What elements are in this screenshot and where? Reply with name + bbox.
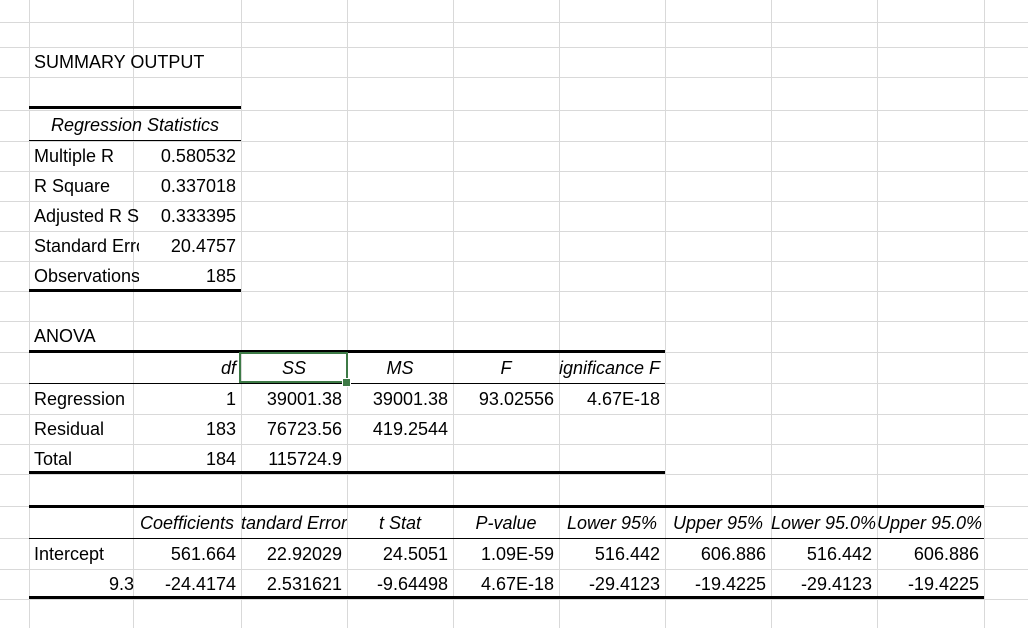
coef-intercept-standard-error[interactable]: 22.92029 — [241, 539, 347, 569]
regstats-label-standard-error[interactable]: Standard Error — [29, 231, 139, 261]
anova-total-df[interactable]: 184 — [139, 444, 241, 474]
regstats-top-border — [29, 106, 241, 109]
coef-intercept-upper-95[interactable]: 606.886 — [665, 539, 771, 569]
coef-label-9-3[interactable]: 9.3 — [29, 569, 139, 599]
coef-header-lower-95-0[interactable]: Lower 95.0% — [771, 508, 877, 538]
anova-regression-sig[interactable]: 4.67E-18 — [559, 384, 665, 414]
regstats-header[interactable]: Regression Statistics — [29, 110, 241, 140]
anova-label-total[interactable]: Total — [29, 444, 139, 474]
coef-header-p-value[interactable]: P-value — [453, 508, 559, 538]
coef-9-3-lower-95[interactable]: -29.4123 — [559, 569, 665, 599]
row-gridline — [0, 22, 1028, 23]
coef-intercept-lower-95[interactable]: 516.442 — [559, 539, 665, 569]
fill-handle[interactable] — [342, 378, 351, 387]
regstats-value-standard-error[interactable]: 20.4757 — [139, 231, 241, 261]
regstats-value-adjusted-r-square[interactable]: 0.333395 — [139, 201, 241, 231]
coef-9-3-upper-95[interactable]: -19.4225 — [665, 569, 771, 599]
anova-title[interactable]: ANOVA — [29, 321, 139, 351]
coef-9-3-lower-95-0[interactable]: -29.4123 — [771, 569, 877, 599]
selected-cell-outline — [239, 352, 348, 383]
anova-regression-f[interactable]: 93.02556 — [453, 384, 559, 414]
anova-label-residual[interactable]: Residual — [29, 414, 139, 444]
coef-intercept-p-value[interactable]: 1.09E-59 — [453, 539, 559, 569]
coef-bottom-border — [29, 596, 984, 599]
anova-header-df[interactable]: df — [139, 353, 241, 383]
coef-header-coefficients[interactable]: Coefficients — [133, 508, 241, 538]
anova-regression-ms[interactable]: 39001.38 — [347, 384, 453, 414]
anova-regression-df[interactable]: 1 — [139, 384, 241, 414]
regstats-label-multiple-r[interactable]: Multiple R — [29, 141, 139, 171]
coef-intercept-t-stat[interactable]: 24.5051 — [347, 539, 453, 569]
anova-header-ms[interactable]: MS — [347, 353, 453, 383]
regstats-value-multiple-r[interactable]: 0.580532 — [139, 141, 241, 171]
coef-9-3-t-stat[interactable]: -9.64498 — [347, 569, 453, 599]
anova-total-ss[interactable]: 115724.9 — [241, 444, 347, 474]
anova-residual-ms[interactable]: 419.2544 — [347, 414, 453, 444]
row-gridline — [0, 599, 1028, 600]
regstats-value-r-square[interactable]: 0.337018 — [139, 171, 241, 201]
coef-label-intercept[interactable]: Intercept — [29, 539, 139, 569]
coef-intercept-lower-95-0[interactable]: 516.442 — [771, 539, 877, 569]
row-gridline — [0, 321, 1028, 322]
anova-regression-ss[interactable]: 39001.38 — [241, 384, 347, 414]
coef-intercept-upper-95-0[interactable]: 606.886 — [877, 539, 984, 569]
coef-9-3-upper-95-0[interactable]: -19.4225 — [877, 569, 984, 599]
anova-residual-ss[interactable]: 76723.56 — [241, 414, 347, 444]
regstats-bottom-border — [29, 289, 241, 292]
anova-header-f[interactable]: F — [453, 353, 559, 383]
column-gridline — [29, 0, 30, 628]
coef-header-lower-95[interactable]: Lower 95% — [559, 508, 665, 538]
coef-9-3-coefficient[interactable]: -24.4174 — [139, 569, 241, 599]
coef-header-t-stat[interactable]: t Stat — [347, 508, 453, 538]
regstats-label-adjusted-r-square[interactable]: Adjusted R Square — [29, 201, 139, 231]
row-gridline — [0, 77, 1028, 78]
column-gridline — [984, 0, 985, 628]
anova-bottom-border — [29, 471, 665, 474]
regstats-value-observations[interactable]: 185 — [139, 261, 241, 291]
coef-9-3-p-value[interactable]: 4.67E-18 — [453, 569, 559, 599]
coef-9-3-standard-error[interactable]: 2.531621 — [241, 569, 347, 599]
coef-intercept-coefficient[interactable]: 561.664 — [139, 539, 241, 569]
anova-residual-df[interactable]: 183 — [139, 414, 241, 444]
coef-header-upper-95-0[interactable]: Upper 95.0% — [877, 508, 984, 538]
summary-output-title[interactable]: SUMMARY OUTPUT — [29, 47, 241, 77]
coef-header-standard-error[interactable]: Standard Error — [241, 508, 347, 538]
row-gridline — [0, 474, 1028, 475]
anova-header-significance-f[interactable]: Significance F — [559, 353, 665, 383]
regstats-label-r-square[interactable]: R Square — [29, 171, 139, 201]
regstats-label-observations[interactable]: Observations — [29, 261, 139, 291]
coef-header-upper-95[interactable]: Upper 95% — [665, 508, 771, 538]
anova-label-regression[interactable]: Regression — [29, 384, 139, 414]
